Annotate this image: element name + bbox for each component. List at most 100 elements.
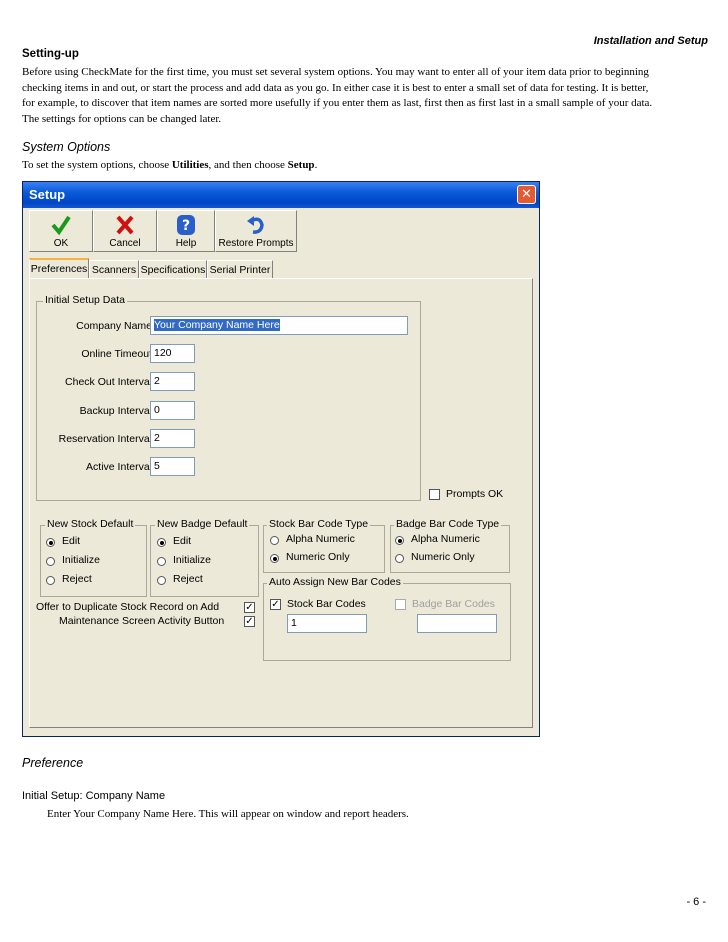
tab-serial-printer[interactable]: Serial Printer [207,260,273,278]
prompts-ok-label: Prompts OK [446,488,504,500]
checkmark-icon: ✓ [271,599,280,610]
dialog-title: Setup [29,187,66,202]
preferences-panel: Initial Setup Data Company Name Your Com… [29,278,533,728]
restore-prompts-label: Restore Prompts [218,238,294,249]
help-label: Help [175,238,197,249]
radio-badge-numeric-only-label: Numeric Only [411,551,475,563]
close-icon: ✕ [521,187,532,202]
new-badge-default-group: New Badge Default Edit Initialize Reject [150,518,259,597]
ok-label: OK [53,238,69,249]
section-header: Installation and Setup [593,35,708,47]
new-stock-default-group: New Stock Default Edit Initialize Reject [40,518,147,597]
auto-assign-label: Auto Assign New Bar Codes [267,576,403,588]
setup-menu-ref: Setup [287,159,315,171]
backup-interval-label: Backup Interval [79,405,152,417]
radio-stock-reject[interactable] [46,576,55,585]
preference-item-description: Enter Your Company Name Here. This will … [47,808,409,820]
active-interval-input[interactable]: 5 [150,457,195,476]
help-button[interactable]: ? Help [157,210,215,252]
company-name-value: Your Company Name Here [154,319,280,331]
radio-stock-edit[interactable] [46,538,55,547]
company-name-label: Company Name [76,320,152,332]
radio-badge-initialize[interactable] [157,557,166,566]
company-name-input[interactable]: Your Company Name Here [150,316,408,335]
radio-badge-reject-label: Reject [173,573,203,585]
radio-badge-reject[interactable] [157,576,166,585]
intro-text: . [314,159,318,171]
system-options-heading: System Options [22,140,111,154]
active-interval-label: Active Interval [86,461,152,473]
setup-dialog: Setup ✕ OK Cancel ? Help Restore Prompts… [22,181,540,737]
help-icon: ? [177,215,195,235]
close-button[interactable]: ✕ [517,185,536,204]
radio-stock-alpha-numeric-label: Alpha Numeric [286,533,355,545]
radio-stock-alpha-numeric[interactable] [270,536,279,545]
check-icon [51,215,71,236]
restore-prompts-button[interactable]: Restore Prompts [215,210,297,252]
radio-stock-initialize-label: Initialize [62,554,100,566]
badge-bar-code-type-label: Badge Bar Code Type [394,518,502,530]
radio-stock-reject-label: Reject [62,573,92,585]
stock-bar-code-type-label: Stock Bar Code Type [267,518,371,530]
initial-setup-label: Initial Setup Data [43,294,127,306]
stock-bar-codes-checkbox[interactable]: ✓ [270,599,281,610]
reservation-interval-label: Reservation Interval [58,433,152,445]
paragraph-line: for example, to discover that item names… [22,97,653,109]
radio-badge-alpha-numeric-label: Alpha Numeric [411,533,480,545]
radio-stock-numeric-only[interactable] [270,554,279,563]
intro-text: , and then choose [208,159,288,171]
stock-bar-codes-label: Stock Bar Codes [287,598,366,610]
maintenance-button-label: Maintenance Screen Activity Button [59,615,225,627]
radio-stock-numeric-only-label: Numeric Only [286,551,350,563]
dialog-titlebar: Setup ✕ [23,182,539,208]
paragraph-line: Before using CheckMate for the first tim… [22,66,649,78]
badge-bar-codes-label: Badge Bar Codes [412,598,495,610]
cancel-label: Cancel [109,238,141,249]
tab-preferences[interactable]: Preferences [29,258,89,278]
radio-stock-initialize[interactable] [46,557,55,566]
page-number: - 6 - [686,896,706,908]
checkmark-icon: ✓ [245,616,254,627]
badge-bar-codes-checkbox[interactable] [395,599,406,610]
prompts-ok-checkbox[interactable] [429,489,440,500]
utilities-menu-ref: Utilities [171,159,209,171]
radio-badge-edit[interactable] [157,538,166,547]
radio-stock-edit-label: Edit [62,535,81,547]
paragraph-line: checking items in and out, or start the … [22,81,649,94]
radio-badge-edit-label: Edit [173,535,192,547]
x-icon [116,215,134,235]
radio-badge-alpha-numeric[interactable] [395,536,404,545]
auto-assign-group: Auto Assign New Bar Codes ✓ Stock Bar Co… [263,576,511,661]
check-out-interval-label: Check Out Interval [65,376,152,388]
badge-bar-code-type-group: Badge Bar Code Type Alpha Numeric Numeri… [390,518,510,573]
new-stock-default-label: New Stock Default [45,518,136,530]
intro-text: To set the system options, choose [22,159,172,171]
preference-heading: Preference [22,756,84,770]
radio-badge-numeric-only[interactable] [395,554,404,563]
setting-up-paragraph: Before using CheckMate for the first tim… [22,65,712,127]
new-badge-default-label: New Badge Default [155,518,250,530]
initial-setup-group: Initial Setup Data Company Name Your Com… [36,294,421,501]
radio-badge-initialize-label: Initialize [173,554,211,566]
setting-up-heading: Setting-up [22,48,79,60]
cancel-button[interactable]: Cancel [93,210,157,252]
tab-scanners[interactable]: Scanners [89,260,139,278]
badge-bar-codes-input[interactable] [417,614,497,633]
backup-interval-input[interactable]: 0 [150,401,195,420]
svg-text:?: ? [182,218,190,234]
online-timeout-input[interactable]: 120 [150,344,195,363]
stock-bar-code-type-group: Stock Bar Code Type Alpha Numeric Numeri… [263,518,385,573]
tab-specifications[interactable]: Specifications [139,260,207,278]
system-options-intro: To set the system options, choose Utilit… [22,159,317,171]
duplicate-stock-checkbox[interactable]: ✓ [244,602,255,613]
undo-arrow-icon [247,216,264,234]
online-timeout-label: Online Timeout [81,348,152,360]
ok-button[interactable]: OK [29,210,93,252]
maintenance-button-checkbox[interactable]: ✓ [244,616,255,627]
reservation-interval-input[interactable]: 2 [150,429,195,448]
stock-bar-codes-input[interactable]: 1 [287,614,367,633]
duplicate-stock-label: Offer to Duplicate Stock Record on Add [36,601,220,613]
preference-item-title: Initial Setup: Company Name [22,790,166,802]
paragraph-line: The settings for options can be changed … [22,112,222,125]
check-out-interval-input[interactable]: 2 [150,372,195,391]
